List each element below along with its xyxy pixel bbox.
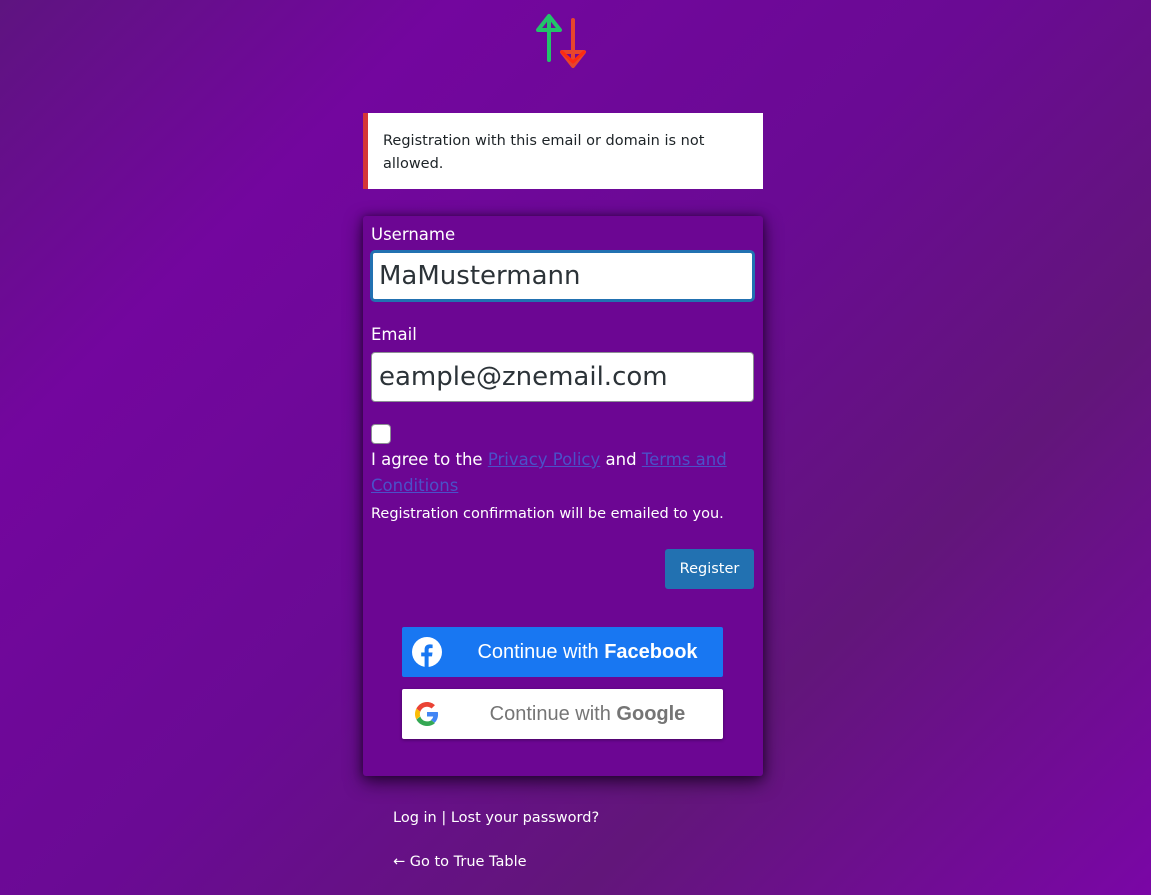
google-brand: Google [616, 702, 686, 725]
email-input[interactable] [371, 352, 754, 402]
continue-with-google-button[interactable]: Continue with Google [402, 689, 723, 739]
agree-and: and [605, 450, 637, 469]
username-input[interactable] [371, 251, 754, 301]
google-button-label: Continue with Google [452, 703, 723, 726]
login-link[interactable]: Log in [393, 810, 437, 826]
email-label: Email [371, 325, 417, 344]
google-prefix: Continue with [489, 702, 611, 725]
continue-with-facebook-button[interactable]: Continue with Facebook [402, 627, 723, 677]
up-down-arrows-logo-icon [536, 14, 586, 68]
agree-checkbox[interactable] [371, 424, 391, 444]
error-notice: Registration with this email or domain i… [363, 113, 763, 189]
username-label: Username [371, 225, 456, 244]
lost-password-link[interactable]: Lost your password? [451, 810, 599, 826]
facebook-icon [412, 637, 442, 667]
error-message: Registration with this email or domain i… [383, 133, 705, 172]
facebook-button-label: Continue with Facebook [452, 641, 723, 664]
google-icon [415, 702, 439, 726]
agree-prefix: I agree to the [371, 450, 483, 469]
nav-separator: | [441, 810, 447, 826]
facebook-prefix: Continue with [477, 640, 599, 663]
back-to-site: ← Go to True Table [393, 854, 527, 870]
confirmation-note: Registration confirmation will be emaile… [371, 506, 724, 522]
privacy-policy-link[interactable]: Privacy Policy [488, 450, 600, 469]
facebook-brand: Facebook [604, 640, 698, 663]
footer-nav: Log in | Lost your password? [393, 810, 599, 826]
back-to-site-link[interactable]: ← Go to True Table [393, 854, 527, 870]
agree-text: I agree to the Privacy Policy and Terms … [371, 447, 751, 499]
registration-form: Username Email I agree to the Privacy Po… [363, 216, 763, 776]
register-button[interactable]: Register [665, 549, 754, 589]
